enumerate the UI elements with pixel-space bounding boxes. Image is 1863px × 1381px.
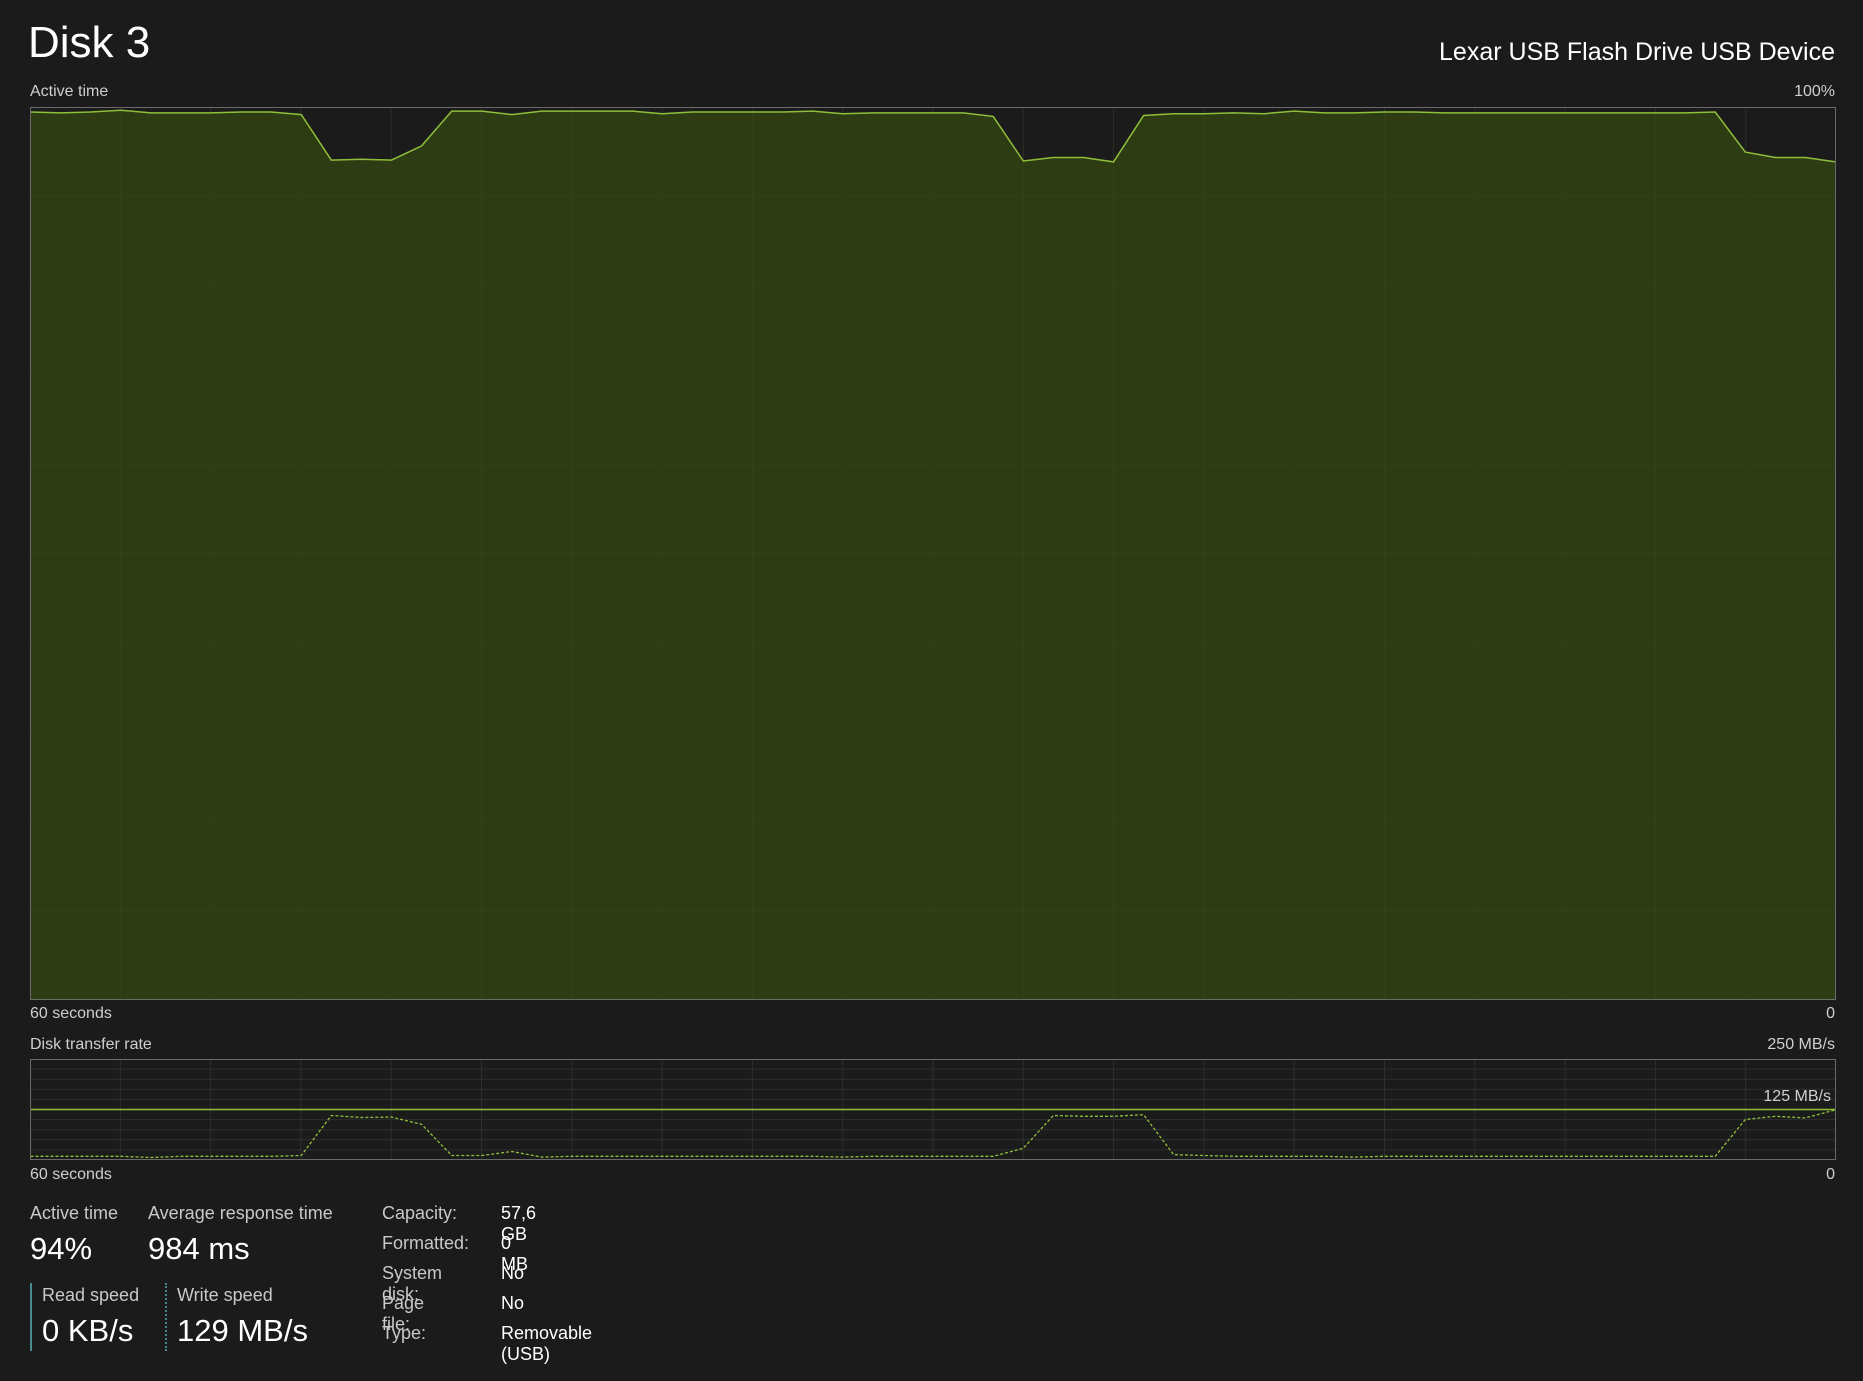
active-time-chart-label: Active time — [30, 83, 109, 100]
disk-title: Disk 3 — [28, 18, 151, 67]
write-speed-label: Write speed — [177, 1285, 273, 1305]
transfer-chart — [30, 1059, 1836, 1160]
page-file-value: No — [501, 1293, 525, 1313]
write-speed-indicator — [165, 1283, 167, 1351]
write-speed-value: 129 MB/s — [177, 1313, 308, 1348]
active-time-axis-label: 60 seconds — [30, 1005, 112, 1022]
system-disk-value: No — [501, 1263, 525, 1283]
transfer-axis-label: 60 seconds — [30, 1166, 112, 1183]
transfer-zero-label: 0 — [1826, 1166, 1835, 1183]
active-time-max-label: 100% — [1794, 83, 1835, 100]
active-time-chart — [30, 107, 1836, 1000]
transfer-max-label: 250 MB/s — [1767, 1036, 1835, 1053]
formatted-label: Formatted: — [382, 1233, 470, 1253]
type-label: Type: — [382, 1323, 427, 1343]
capacity-label: Capacity: — [382, 1203, 458, 1223]
device-name: Lexar USB Flash Drive USB Device — [1439, 38, 1835, 66]
read-speed-label: Read speed — [42, 1285, 140, 1305]
read-speed-indicator — [30, 1283, 32, 1351]
transfer-mid-label: 125 MB/s — [1763, 1088, 1831, 1105]
avg-response-value: 984 ms — [148, 1231, 250, 1266]
read-speed-value: 0 KB/s — [42, 1313, 134, 1348]
active-time-zero-label: 0 — [1826, 1005, 1835, 1022]
active-time-stat-value: 94% — [30, 1231, 93, 1266]
avg-response-label: Average response time — [148, 1203, 333, 1223]
transfer-chart-label: Disk transfer rate — [30, 1036, 152, 1053]
active-time-stat-label: Active time — [30, 1203, 119, 1223]
type-value: Removable (USB) — [501, 1323, 593, 1364]
